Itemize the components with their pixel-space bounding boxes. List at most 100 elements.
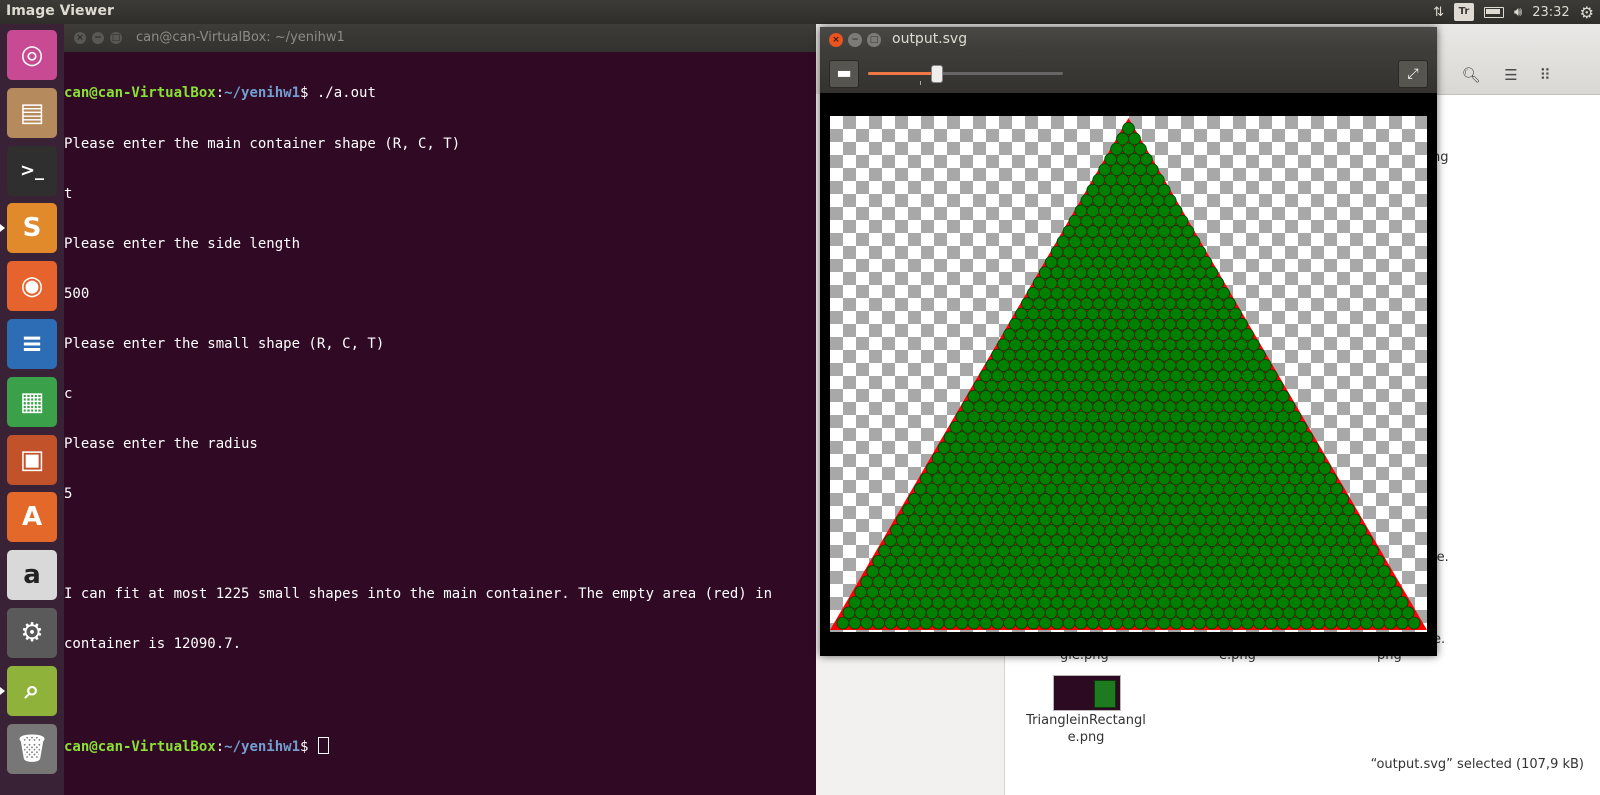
file-thumbnail[interactable] — [1053, 675, 1121, 711]
image-viewer-window[interactable]: × − □ output.svg ▬ ⤢ — [820, 27, 1437, 656]
grid-view-icon[interactable]: ⠿ — [1531, 61, 1559, 89]
small-circle — [973, 400, 987, 414]
small-circle — [1330, 523, 1344, 537]
zoom-slider-handle[interactable] — [931, 65, 944, 83]
small-circle — [1253, 575, 1266, 589]
small-circle — [1038, 513, 1052, 527]
small-circle — [1122, 328, 1135, 341]
search-icon[interactable]: 🔍︎ — [1457, 61, 1485, 89]
small-circle — [1270, 606, 1284, 620]
launcher-sublime-text[interactable]: S — [7, 203, 57, 254]
launcher-trash[interactable]: 🗑︎ — [7, 723, 57, 774]
system-settings-icon: ⚙ — [20, 618, 44, 648]
keyboard-layout-indicator[interactable]: Tr — [1453, 3, 1474, 21]
launcher-libreoffice-impress[interactable]: ▣ — [7, 434, 57, 485]
small-circle — [1163, 585, 1177, 599]
terminal-window[interactable]: × − □ can@can-VirtualBox: ~/yenihw1 can@… — [64, 24, 816, 795]
fullscreen-button[interactable]: ⤢ — [1398, 60, 1428, 88]
small-circle — [1056, 420, 1070, 434]
small-circle — [1116, 359, 1129, 372]
file-name[interactable]: TriangleinRectangl e.png — [1021, 712, 1151, 746]
launcher-files[interactable]: ▤ — [7, 87, 57, 138]
small-circle — [1086, 286, 1100, 300]
small-circle — [1389, 606, 1403, 620]
zoom-out-button[interactable]: ▬ — [829, 60, 859, 88]
small-circle — [1080, 359, 1094, 372]
small-circle — [907, 554, 921, 568]
gear-icon[interactable]: ⚙ — [1580, 3, 1594, 22]
small-circle — [1074, 369, 1088, 383]
small-circle — [1139, 214, 1153, 228]
zoom-slider[interactable] — [868, 65, 1063, 85]
minimize-icon[interactable]: − — [92, 32, 104, 44]
clock[interactable]: 23:32 — [1532, 5, 1569, 20]
small-circle — [1128, 462, 1141, 475]
list-view-icon[interactable]: ☰ — [1497, 61, 1525, 89]
terminal-output[interactable]: can@can-VirtualBox:~/yenihw1$ ./a.out Pl… — [64, 52, 816, 787]
small-circle — [955, 575, 969, 589]
small-circle — [1098, 307, 1112, 321]
small-circle — [1306, 462, 1320, 475]
battery-icon[interactable] — [1483, 6, 1504, 18]
small-circle — [1229, 431, 1242, 444]
maximize-icon[interactable]: □ — [110, 32, 122, 44]
small-circle — [913, 523, 927, 537]
small-circle — [1021, 359, 1034, 372]
small-circle — [1211, 523, 1225, 537]
small-circle — [1062, 348, 1076, 362]
small-circle — [1134, 204, 1147, 218]
small-circle — [1128, 400, 1141, 414]
terminal-titlebar[interactable]: × − □ can@can-VirtualBox: ~/yenihw1 — [64, 24, 816, 52]
launcher-amazon[interactable]: a — [7, 550, 57, 601]
launcher-ubuntu-software[interactable]: A — [7, 492, 57, 543]
small-circle — [1247, 544, 1260, 558]
launcher-firefox[interactable]: ◉ — [7, 261, 57, 312]
volume-icon[interactable]: 🔊︎ — [1514, 5, 1522, 20]
small-circle — [1021, 503, 1034, 517]
small-circle — [1205, 307, 1219, 321]
small-circle — [1187, 256, 1201, 269]
small-circle — [1258, 441, 1272, 455]
small-circle — [1169, 390, 1183, 403]
small-circle — [1181, 410, 1195, 424]
small-circle — [1128, 194, 1141, 207]
minimize-icon[interactable]: − — [848, 33, 862, 47]
small-circle — [1104, 482, 1118, 496]
small-circle — [1092, 338, 1106, 352]
small-circle — [1205, 451, 1219, 465]
close-icon[interactable]: × — [829, 33, 843, 47]
launcher-libreoffice-writer[interactable]: ≡ — [7, 319, 57, 369]
network-icon[interactable]: ⇅ — [1433, 5, 1444, 20]
small-circle — [1009, 523, 1022, 537]
small-circle — [1128, 173, 1141, 187]
small-circle — [1032, 565, 1046, 578]
viewer-titlebar[interactable]: × − □ output.svg — [820, 27, 1437, 53]
small-circle — [1294, 503, 1308, 517]
small-circle — [1015, 575, 1028, 589]
small-circle — [1187, 235, 1201, 249]
small-circle — [1288, 554, 1302, 568]
small-circle — [1015, 410, 1028, 424]
launcher-image-viewer[interactable]: ⌕ — [7, 665, 57, 716]
small-circle — [1134, 513, 1147, 527]
maximize-icon[interactable]: □ — [867, 33, 881, 47]
small-circle — [1318, 523, 1332, 537]
small-circle — [1217, 596, 1231, 609]
small-circle — [1110, 307, 1123, 321]
launcher-system-settings[interactable]: ⚙ — [7, 608, 57, 658]
small-circle — [1062, 534, 1076, 547]
launcher-ubuntu-dash[interactable]: ◎ — [7, 30, 57, 80]
output-line: 500 — [64, 285, 90, 302]
launcher-terminal[interactable]: >_ — [7, 145, 57, 196]
small-circle — [1247, 420, 1260, 434]
small-circle — [1300, 616, 1314, 630]
close-icon[interactable]: × — [74, 32, 86, 44]
small-circle — [1062, 369, 1076, 383]
output-line: c — [64, 385, 73, 402]
small-circle — [1282, 606, 1296, 620]
small-circle — [1086, 534, 1100, 547]
small-circle — [1139, 420, 1153, 434]
launcher-libreoffice-calc[interactable]: ▦ — [7, 376, 57, 427]
small-circle — [1015, 596, 1028, 609]
small-circle — [1336, 534, 1350, 547]
